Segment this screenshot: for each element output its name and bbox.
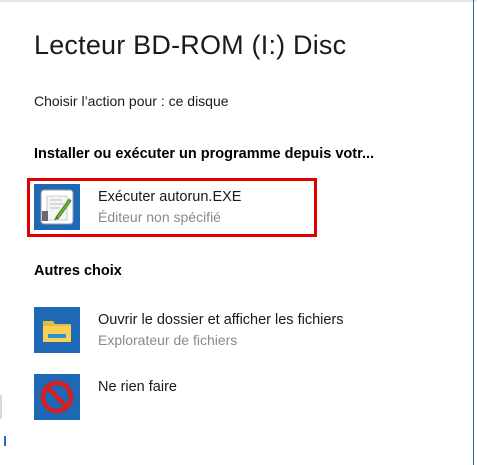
highlight-box	[27, 178, 317, 237]
no-action-icon	[34, 374, 80, 420]
left-edge-mark	[0, 395, 2, 419]
section-title-install: Installer ou exécuter un programme depui…	[34, 146, 375, 162]
option-open-folder-text: Ouvrir le dossier et afficher les fichie…	[98, 310, 344, 350]
dialog-subtitle: Choisir l’action pour : ce disque	[34, 93, 229, 109]
option-do-nothing[interactable]: Ne rien faire	[34, 374, 444, 424]
section-title-other: Autres choix	[34, 263, 122, 279]
option-open-folder-label: Ouvrir le dossier et afficher les fichie…	[98, 312, 344, 328]
option-do-nothing-label: Ne rien faire	[98, 379, 177, 395]
option-open-folder[interactable]: Ouvrir le dossier et afficher les fichie…	[34, 307, 444, 357]
left-edge-accent	[4, 436, 6, 446]
folder-icon	[34, 307, 80, 353]
option-do-nothing-text: Ne rien faire	[98, 377, 177, 397]
right-border	[473, 0, 474, 465]
dialog-title: Lecteur BD-ROM (I:) Disc	[34, 30, 347, 60]
autoplay-dialog: Lecteur BD-ROM (I:) Disc Choisir l’actio…	[0, 0, 477, 465]
top-border	[0, 0, 477, 2]
option-open-folder-sublabel: Explorateur de fichiers	[98, 332, 238, 348]
